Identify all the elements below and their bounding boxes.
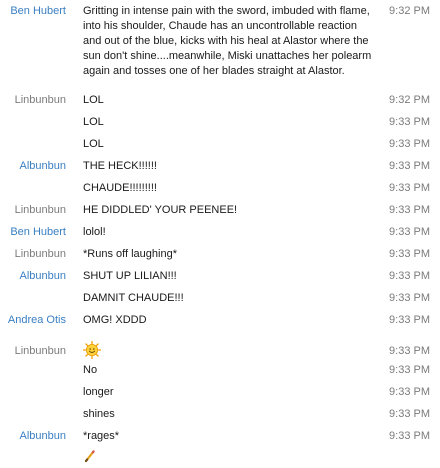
message-text: No xyxy=(83,364,98,376)
timestamp: 9:33 PM xyxy=(389,430,430,442)
timestamp: 9:33 PM xyxy=(389,364,430,376)
timestamp: 9:32 PM xyxy=(389,94,430,106)
message-text: shines xyxy=(83,408,115,420)
smiley-icon xyxy=(82,340,102,360)
message-row: Linbunbun *Runs off laughing* 9:33 PM xyxy=(0,247,440,269)
timestamp: 9:33 PM xyxy=(389,248,430,260)
timestamp: 9:33 PM xyxy=(389,386,430,398)
message-text: LOL xyxy=(83,138,104,150)
sender-name[interactable]: Linbunbun xyxy=(0,344,66,359)
message-text: SHUT UP LILIAN!!! xyxy=(83,270,177,282)
message-row: Ben Hubert Gritting in intense pain with… xyxy=(0,4,440,83)
chat-log: Ben Hubert Gritting in intense pain with… xyxy=(0,0,440,468)
message-row: Andrea Otis OMG! XDDD 9:33 PM xyxy=(0,313,440,341)
timestamp: 9:33 PM xyxy=(389,160,430,172)
timestamp: 9:32 PM xyxy=(389,5,430,17)
timestamp: 9:33 PM xyxy=(389,270,430,282)
sender-name[interactable]: Ben Hubert xyxy=(0,225,66,240)
message-row: Linbunbun LOL 9:32 PM xyxy=(0,93,440,115)
message-text: longer xyxy=(83,386,114,398)
timestamp: 9:33 PM xyxy=(389,204,430,216)
message-row: Albunbun SHUT UP LILIAN!!! 9:33 PM xyxy=(0,269,440,291)
message-row: Ben Hubert lolol! 9:33 PM xyxy=(0,225,440,247)
message-row: LOL 9:33 PM xyxy=(0,137,440,159)
timestamp: 9:33 PM xyxy=(389,116,430,128)
sender-name[interactable]: Linbunbun xyxy=(0,93,66,108)
sender-name[interactable]: Ben Hubert xyxy=(0,4,66,19)
message-row: Albunbun THE HECK!!!!!! 9:33 PM xyxy=(0,159,440,181)
typing-indicator-row xyxy=(0,449,440,465)
message-text: CHAUDE!!!!!!!!! xyxy=(83,182,157,194)
message-text: *rages* xyxy=(83,430,120,442)
message-row: longer 9:33 PM xyxy=(0,385,440,407)
message-text: LOL xyxy=(83,94,104,106)
sender-name[interactable]: Albunbun xyxy=(0,159,67,174)
pencil-icon xyxy=(83,449,97,463)
timestamp: 9:33 PM xyxy=(389,138,430,150)
timestamp: 9:33 PM xyxy=(389,314,430,326)
timestamp: 9:33 PM xyxy=(389,226,430,238)
message-row: DAMNIT CHAUDE!!! 9:33 PM xyxy=(0,291,440,313)
timestamp: 9:33 PM xyxy=(389,292,430,304)
message-text xyxy=(82,340,375,360)
message-text: *Runs off laughing* xyxy=(83,248,177,260)
sender-name[interactable]: Albunbun xyxy=(0,269,67,284)
message-row: Linbunbun HE DIDDLED' YOUR PEENEE! 9:33 … xyxy=(0,203,440,225)
message-text: lolol! xyxy=(83,226,106,238)
timestamp: 9:33 PM xyxy=(389,182,430,194)
message-row: Linbunbun 9:33 PM xyxy=(0,340,440,363)
timestamp: 9:33 PM xyxy=(389,408,430,420)
message-text: OMG! XDDD xyxy=(83,314,147,326)
message-text: DAMNIT CHAUDE!!! xyxy=(83,292,184,304)
message-text: THE HECK!!!!!! xyxy=(83,160,157,172)
timestamp: 9:33 PM xyxy=(389,345,430,357)
sender-name[interactable]: Andrea Otis xyxy=(0,313,66,328)
message-row: Albunbun *rages* 9:33 PM xyxy=(0,429,440,449)
sender-name[interactable]: Linbunbun xyxy=(0,203,66,218)
message-row: LOL 9:33 PM xyxy=(0,115,440,137)
message-text: Gritting in intense pain with the sword,… xyxy=(83,5,372,77)
message-row: shines 9:33 PM xyxy=(0,407,440,429)
message-row: CHAUDE!!!!!!!!! 9:33 PM xyxy=(0,181,440,203)
message-row: No 9:33 PM xyxy=(0,363,440,385)
message-text: LOL xyxy=(83,116,104,128)
sender-name[interactable]: Albunbun xyxy=(0,429,67,444)
sender-name[interactable]: Linbunbun xyxy=(0,247,66,262)
message-text: HE DIDDLED' YOUR PEENEE! xyxy=(83,204,238,216)
